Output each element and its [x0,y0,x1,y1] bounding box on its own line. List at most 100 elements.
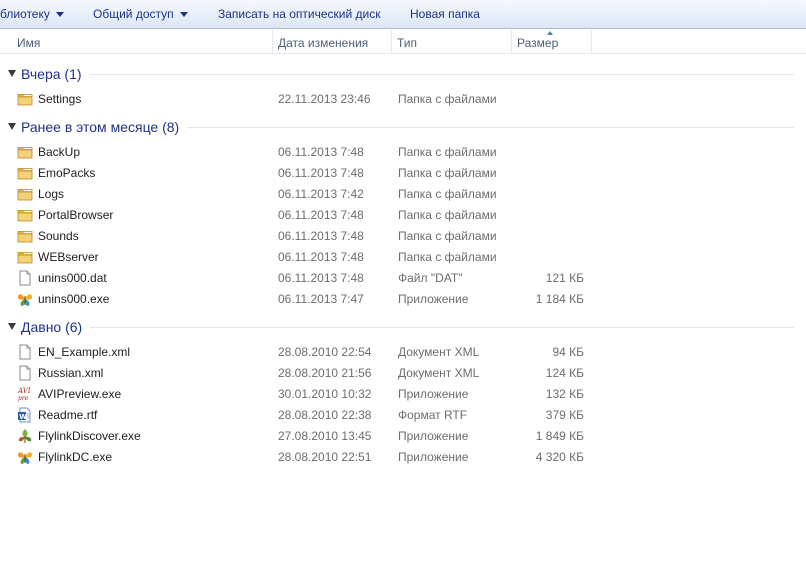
file-type: Приложение [398,292,469,306]
chevron-down-icon [179,12,188,18]
file-row[interactable]: WEBserver 06.11.2013 7:48 Папка с файлами [0,247,600,268]
file-name: WEBserver [38,250,99,264]
file-date: 28.08.2010 22:54 [278,345,372,359]
file-row[interactable]: Settings 22.11.2013 23:46 Папка с файлами [0,89,600,110]
file-date: 06.11.2013 7:48 [278,145,364,159]
svg-text:W: W [19,413,27,421]
file-size: 132 КБ [545,387,584,401]
file-name: PortalBrowser [38,208,114,222]
column-header-name-label: Имя [17,36,41,50]
add-to-library-button[interactable]: блиотеку [0,0,64,29]
file-size: 4 320 КБ [535,450,584,464]
file-name: EN_Example.xml [38,345,131,359]
file-date: 06.11.2013 7:48 [278,250,364,264]
file-size: 124 КБ [545,366,584,380]
file-size: 94 КБ [552,345,584,359]
group-header-yesterday[interactable]: Вчера (1) [0,64,806,84]
file-row[interactable]: AVI pre AVIPreview.exe 30.01.2010 10:32 Прил… [0,384,600,405]
file-row[interactable]: Logs 06.11.2013 7:42 Папка с файлами [0,184,600,205]
file-icon [17,365,33,381]
file-type: Документ XML [398,366,480,380]
file-icon [17,344,33,360]
file-name: unins000.exe [38,292,110,306]
file-date: 27.08.2010 13:45 [278,429,372,443]
group-label: Вчера (1) [21,64,90,84]
new-folder-button[interactable]: Новая папка [410,0,480,29]
file-row[interactable]: PortalBrowser 06.11.2013 7:48 Папка с файл… [0,205,600,226]
file-date: 06.11.2013 7:48 [278,271,364,285]
file-name: Russian.xml [38,366,104,380]
butterfly-icon [17,291,33,307]
folder-icon [17,228,33,244]
file-type: Папка с файлами [398,92,497,106]
group-label: Давно (6) [21,317,91,337]
command-bar: блиотеку Общий доступ Записать на оптиче… [0,0,806,29]
column-header-type[interactable]: Тип [392,30,512,54]
file-name: EmoPacks [38,166,96,180]
file-row[interactable]: EN_Example.xml 28.08.2010 22:54 Документ X… [0,342,600,363]
share-button[interactable]: Общий доступ [93,0,188,29]
file-type: Файл "DAT" [398,271,463,285]
file-row[interactable]: FlylinkDC.exe 28.08.2010 22:51 Приложение 4… [0,447,600,468]
column-header-date[interactable]: Дата изменения [273,30,392,54]
column-header-date-label: Дата изменения [278,36,369,50]
group-header-long-ago[interactable]: Давно (6) [0,317,806,337]
file-row[interactable]: Sounds 06.11.2013 7:48 Папка с файлами [0,226,600,247]
folder-icon [17,91,33,107]
file-date: 22.11.2013 23:46 [278,92,371,106]
file-row[interactable]: unins000.dat 06.11.2013 7:48 Файл "DAT" 121… [0,268,600,289]
column-header-bar: Имя Дата изменения Тип Размер [0,30,806,54]
file-type: Приложение [398,450,469,464]
collapse-triangle-icon[interactable] [8,70,16,77]
column-header-size-label: Размер [517,36,559,50]
group-divider [21,327,794,328]
file-name: Settings [38,92,82,106]
chevron-down-icon [55,12,64,18]
file-date: 06.11.2013 7:48 [278,166,364,180]
file-row[interactable]: BackUp 06.11.2013 7:48 Папка с файлами [0,142,600,163]
file-date: 06.11.2013 7:47 [278,292,364,306]
svg-text:pre: pre [18,395,29,402]
folder-icon [17,249,33,265]
file-type: Папка с файлами [398,166,497,180]
butterfly-icon [17,449,33,465]
share-label: Общий доступ [93,7,174,21]
file-name: FlylinkDiscover.exe [38,429,141,443]
file-row[interactable]: W Readme.rtf 28.08.2010 22:38 Формат RTF 379… [0,405,600,426]
leaf-icon [17,428,33,444]
group-divider [21,74,794,75]
file-name: Sounds [38,229,79,243]
file-size: 1 184 КБ [535,292,584,306]
file-row[interactable]: FlylinkDiscover.exe 27.08.2010 13:45 Прило… [0,426,600,447]
file-size: 1 849 КБ [535,429,584,443]
file-name: Logs [38,187,65,201]
avi-icon: AVI pre [17,386,33,402]
new-folder-label: Новая папка [410,7,480,21]
burn-disc-button[interactable]: Записать на оптический диск [218,0,381,29]
file-name: BackUp [38,145,81,159]
file-type: Папка с файлами [398,145,497,159]
file-type: Папка с файлами [398,208,497,222]
file-icon [17,270,33,286]
column-header-name[interactable]: Имя [12,30,273,54]
collapse-triangle-icon[interactable] [8,123,16,130]
file-type: Формат RTF [398,408,468,422]
file-type: Папка с файлами [398,229,497,243]
folder-icon [17,207,33,223]
file-date: 30.01.2010 10:32 [278,387,372,401]
burn-disc-label: Записать на оптический диск [218,7,381,21]
group-label: Ранее в этом месяце (8) [21,117,188,137]
file-row[interactable]: EmoPacks 06.11.2013 7:48 Папка с файлами [0,163,600,184]
file-date: 28.08.2010 21:56 [278,366,372,380]
group-header-earlier-this-month[interactable]: Ранее в этом месяце (8) [0,117,806,137]
file-date: 06.11.2013 7:42 [278,187,364,201]
file-date: 06.11.2013 7:48 [278,229,364,243]
sort-ascending-icon [547,31,553,35]
file-type: Приложение [398,387,469,401]
file-row[interactable]: Russian.xml 28.08.2010 21:56 Документ XML 1… [0,363,600,384]
file-row[interactable]: unins000.exe 06.11.2013 7:47 Приложение 1 1… [0,289,600,310]
file-date: 28.08.2010 22:38 [278,408,372,422]
collapse-triangle-icon[interactable] [8,323,16,330]
file-name: FlylinkDC.exe [38,450,113,464]
file-date: 28.08.2010 22:51 [278,450,372,464]
